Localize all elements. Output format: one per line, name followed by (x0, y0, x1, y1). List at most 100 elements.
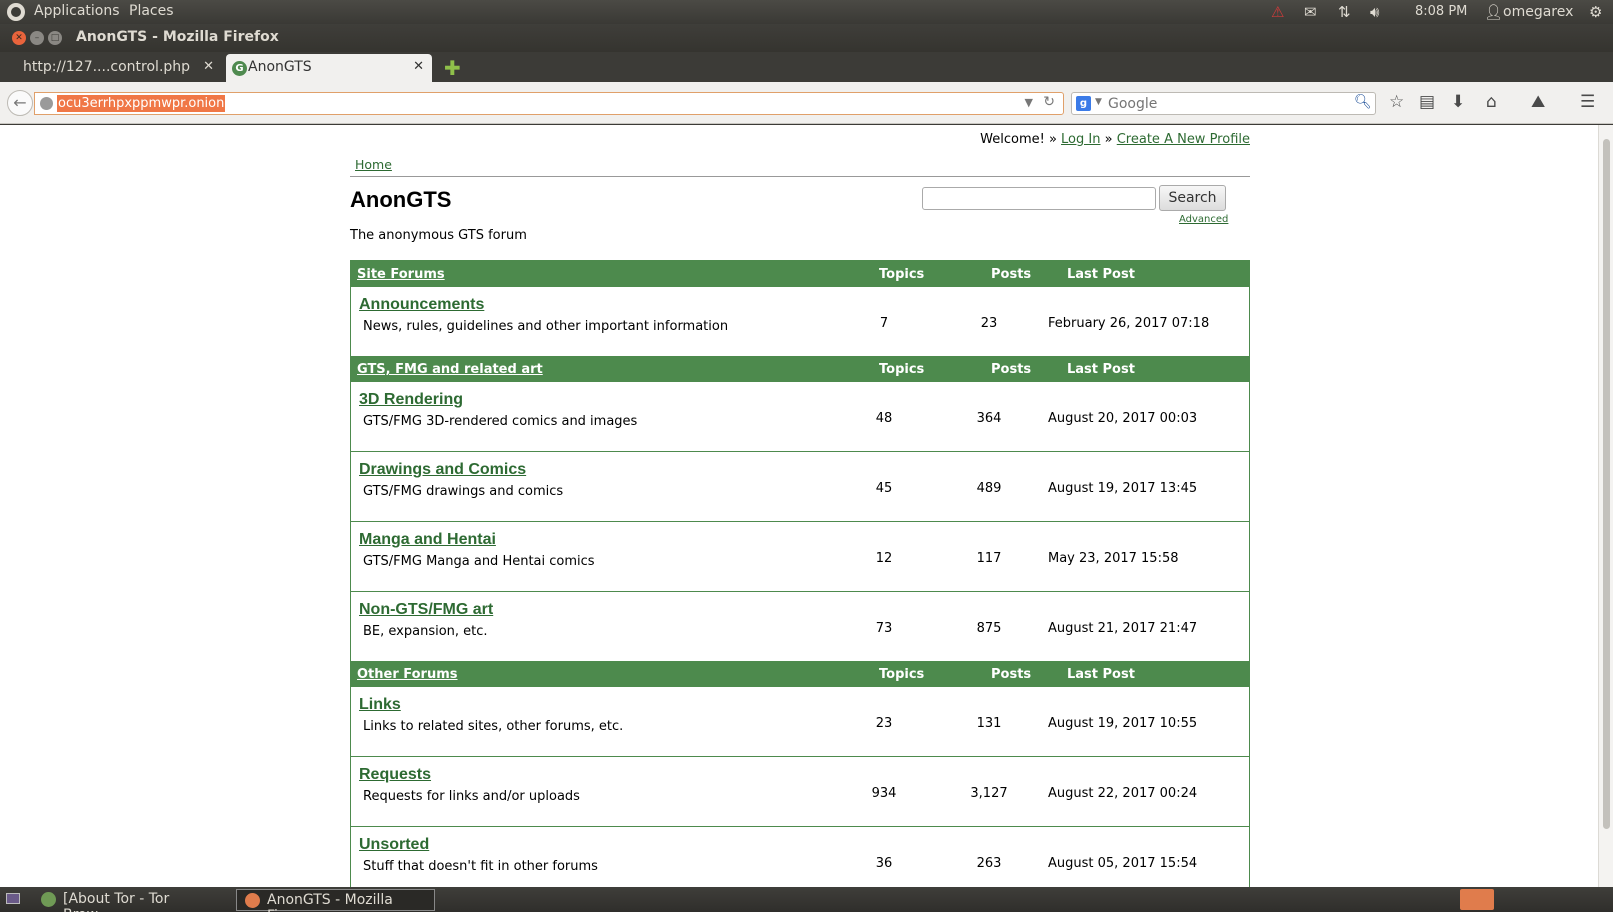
forum-name-link[interactable]: Non-GTS/FMG art (359, 601, 493, 619)
column-header-posts: Posts (991, 267, 1032, 282)
forum-name-link[interactable]: 3D Rendering (359, 391, 463, 409)
forum-topic-count: 36 (875, 856, 893, 871)
back-button[interactable]: ← (7, 90, 33, 116)
taskbar-item-anongts[interactable]: AnonGTS - Mozilla Fir... (236, 889, 435, 912)
forum-name-link[interactable]: Requests (359, 766, 431, 784)
section-name-link[interactable]: Site Forums (357, 267, 445, 282)
search-icon[interactable]: 🔍︎ (1354, 94, 1372, 112)
tab-anongts[interactable]: G AnonGTS ✕ (226, 54, 432, 82)
page-scrollbar[interactable] (1598, 125, 1613, 887)
section-header: Site Forums Topics Posts Last Post (351, 261, 1249, 287)
url-text[interactable]: ocu3errhpxppmwpr.onion (57, 95, 226, 112)
firefox-tray-icon[interactable] (1460, 889, 1494, 910)
firefox-icon (245, 893, 260, 908)
section-header: GTS, FMG and related art Topics Posts Last … (351, 356, 1249, 382)
forum-topic-count: 45 (875, 481, 893, 496)
forum-last-post: August 19, 2017 13:45 (1048, 481, 1198, 496)
forum-last-post: May 23, 2017 15:58 (1048, 551, 1179, 566)
tab-control-php[interactable]: http://127....control.php ✕ (0, 54, 222, 82)
forum-row: Non-GTS/FMG art BE, expansion, etc. 73 875 A… (351, 592, 1249, 661)
forum-description: GTS/FMG 3D-rendered comics and images (363, 414, 638, 429)
google-icon[interactable]: g (1076, 96, 1091, 111)
window-title: AnonGTS - Mozilla Firefox (76, 29, 279, 45)
forum-last-post: August 19, 2017 10:55 (1048, 716, 1198, 731)
forum-post-count: 263 (976, 856, 1002, 871)
column-header-topics: Topics (879, 362, 925, 377)
login-link[interactable]: Log In (1061, 132, 1100, 147)
maximize-window-button[interactable]: □ (48, 31, 62, 45)
nav-toolbar: ← ocu3errhpxppmwpr.onion ▼ ↻ g ▼ 🔍︎ ☆ ▤ … (0, 82, 1613, 124)
forum-name-link[interactable]: Unsorted (359, 836, 429, 854)
forum-description: Requests for links and/or uploads (363, 789, 580, 804)
forum-topic-count: 12 (875, 551, 893, 566)
network-icon[interactable]: ⇅ (1338, 3, 1351, 21)
close-window-button[interactable]: ✕ (12, 31, 26, 45)
applications-menu[interactable]: Applications (34, 3, 120, 19)
taskbar-item-about-tor[interactable]: [About Tor - Tor Brow... (33, 889, 225, 912)
volume-icon[interactable]: 🔊︎ (1370, 3, 1379, 21)
scrollbar-thumb[interactable] (1603, 139, 1610, 829)
search-engine-dropdown-icon[interactable]: ▼ (1095, 97, 1102, 107)
home-icon[interactable]: ⌂ (1486, 92, 1497, 112)
forum-name-link[interactable]: Drawings and Comics (359, 461, 526, 479)
gear-icon[interactable]: ⚙ (1589, 3, 1602, 21)
mail-icon[interactable]: ✉ (1304, 3, 1317, 21)
new-tab-icon[interactable]: ✚ (444, 56, 461, 80)
advanced-search-link[interactable]: Advanced (1179, 214, 1228, 225)
welcome-text: Welcome! » (980, 132, 1057, 147)
bookmarks-menu-icon[interactable]: ▤ (1419, 92, 1435, 112)
forum-topic-count: 73 (875, 621, 893, 636)
clock[interactable]: 8:08 PM (1415, 4, 1467, 19)
reload-icon[interactable]: ↻ (1043, 94, 1055, 110)
close-tab-icon[interactable]: ✕ (203, 59, 214, 74)
menu-icon[interactable]: ☰ (1580, 92, 1595, 112)
minimize-window-button[interactable]: – (30, 31, 44, 45)
tab-strip: http://127....control.php ✕ G AnonGTS ✕ (0, 52, 1613, 82)
places-menu[interactable]: Places (129, 3, 174, 19)
ubuntu-logo-icon[interactable] (7, 3, 25, 21)
create-profile-link[interactable]: Create A New Profile (1117, 132, 1250, 147)
forum-description: GTS/FMG Manga and Hentai comics (363, 554, 595, 569)
forum-name-link[interactable]: Announcements (359, 296, 484, 314)
tor-button-icon[interactable]: ⛰ (1531, 92, 1545, 112)
column-header-last-post: Last Post (1067, 362, 1135, 377)
taskbar-item-label: [About Tor - Tor Brow... (63, 891, 170, 912)
forum-post-count: 489 (976, 481, 1002, 496)
forum-post-count: 131 (976, 716, 1002, 731)
welcome-separator: » (1104, 132, 1113, 147)
forum-search-input[interactable] (922, 187, 1156, 210)
url-dropdown-icon[interactable]: ▼ (1025, 96, 1033, 109)
anongts-favicon-icon: G (232, 61, 247, 76)
forum-row: Requests Requests for links and/or upload… (351, 757, 1249, 827)
close-tab-icon[interactable]: ✕ (413, 59, 424, 74)
forum-last-post: August 20, 2017 00:03 (1048, 411, 1198, 426)
forum-row: Manga and Hentai GTS/FMG Manga and Hentai… (351, 522, 1249, 592)
search-button[interactable]: Search (1159, 185, 1226, 211)
section-name-link[interactable]: GTS, FMG and related art (357, 362, 543, 377)
breadcrumb-home-link[interactable]: Home (355, 157, 392, 172)
forum-row: 3D Rendering GTS/FMG 3D-rendered comics a… (351, 382, 1249, 452)
window-titlebar: ✕ – □ AnonGTS - Mozilla Firefox (0, 24, 1613, 52)
forum-name-link[interactable]: Links (359, 696, 401, 714)
show-desktop-icon[interactable] (6, 893, 20, 904)
forum-last-post: August 22, 2017 00:24 (1048, 786, 1198, 801)
user-name[interactable]: omegarex (1503, 4, 1573, 20)
section-name-link[interactable]: Other Forums (357, 667, 458, 682)
forum-description: Stuff that doesn't fit in other forums (363, 859, 598, 874)
globe-icon (40, 97, 53, 110)
url-bar[interactable]: ocu3errhpxppmwpr.onion ▼ ↻ (34, 92, 1064, 115)
breadcrumb: Home (350, 157, 1250, 177)
column-header-posts: Posts (991, 667, 1032, 682)
forum-name-link[interactable]: Manga and Hentai (359, 531, 496, 549)
column-header-last-post: Last Post (1067, 267, 1135, 282)
web-search-bar[interactable]: g ▼ 🔍︎ (1071, 92, 1376, 115)
forum-row: Announcements News, rules, guidelines and… (351, 287, 1249, 356)
warning-icon[interactable]: ⚠ (1271, 3, 1284, 21)
top-panel: Applications Places ⚠ ✉ ⇅ 🔊︎ 8:08 PM 👤︎ … (0, 0, 1613, 24)
web-search-input[interactable] (1108, 95, 1338, 112)
welcome-bar: Welcome! » Log In » Create A New Profile (980, 132, 1250, 147)
downloads-icon[interactable]: ⬇ (1451, 92, 1465, 112)
forum-post-count: 3,127 (970, 786, 1008, 801)
bookmark-star-icon[interactable]: ☆ (1389, 92, 1404, 112)
taskbar: [About Tor - Tor Brow... AnonGTS - Mozil… (0, 887, 1613, 912)
